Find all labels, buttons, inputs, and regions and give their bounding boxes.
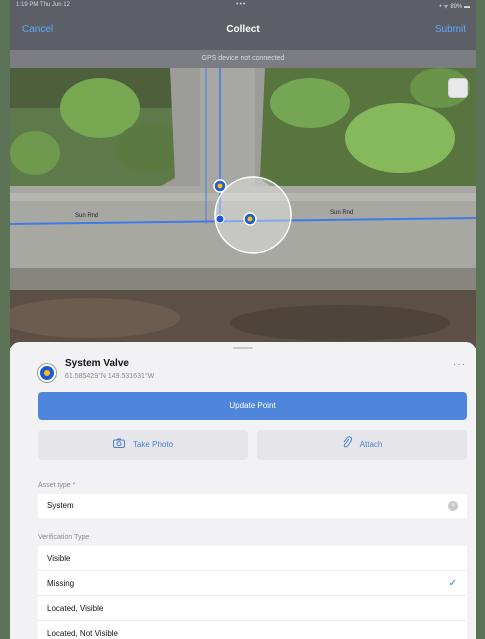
app-frame: 1:19 PM Thu Jun 12 ••• • ᯤ 89% ▬ Cancel … — [10, 0, 476, 639]
verification-type-label: Verification Type — [38, 534, 90, 541]
update-point-button[interactable]: Update Point — [38, 392, 467, 420]
more-icon[interactable]: ··· — [453, 359, 466, 370]
status-indicators: • ᯤ 89% ▬ — [439, 4, 470, 10]
asset-type-field[interactable]: System × — [38, 494, 467, 518]
option-label: Located, Visible — [47, 604, 104, 613]
verification-option[interactable]: Located, Visible — [38, 596, 467, 621]
asset-type-value: System — [47, 501, 74, 510]
valve-icon — [38, 364, 56, 382]
checkmark-icon: ✓ — [448, 578, 457, 589]
feature-sheet: System Valve 61.585429°N 149.531631°W ··… — [10, 342, 476, 639]
multitask-dots[interactable]: ••• — [236, 1, 246, 8]
street-label: Sun Rnd — [75, 213, 99, 219]
option-label: Located, Not Visible — [47, 629, 119, 638]
asset-type-label: Asset type * — [38, 482, 76, 489]
map-layers-button[interactable] — [448, 78, 468, 98]
take-photo-button[interactable]: Take Photo — [38, 430, 248, 460]
verification-option[interactable]: Located, Not Visible — [38, 621, 467, 639]
attach-button[interactable]: Attach — [257, 430, 467, 460]
submit-button[interactable]: Submit — [435, 24, 466, 35]
clear-icon[interactable]: × — [448, 501, 458, 511]
option-label: Missing — [47, 579, 75, 588]
map-imagery[interactable] — [10, 68, 476, 348]
gps-banner: GPS device not connected — [10, 50, 476, 68]
verification-type-list: Visible Missing ✓ Located, Visible Locate… — [38, 546, 467, 639]
feature-coordinates: 61.585429°N 149.531631°W — [65, 373, 155, 380]
top-bar: 1:19 PM Thu Jun 12 ••• • ᯤ 89% ▬ Cancel … — [10, 0, 476, 50]
street-label: Sun Rnd — [330, 210, 354, 216]
page-title: Collect — [226, 24, 260, 35]
attach-label: Attach — [359, 440, 383, 449]
sheet-grabber[interactable] — [233, 347, 253, 349]
verification-option[interactable]: Visible — [38, 546, 467, 571]
camera-icon — [112, 430, 125, 460]
paperclip-icon — [342, 430, 352, 460]
take-photo-label: Take Photo — [132, 440, 174, 449]
status-time: 1:19 PM Thu Jun 12 — [16, 2, 70, 8]
map-view[interactable]: Sun Rnd Sun Rnd — [10, 68, 476, 348]
feature-title: System Valve — [65, 358, 129, 369]
verification-option-selected[interactable]: Missing ✓ — [38, 571, 467, 596]
option-label: Visible — [47, 554, 71, 563]
